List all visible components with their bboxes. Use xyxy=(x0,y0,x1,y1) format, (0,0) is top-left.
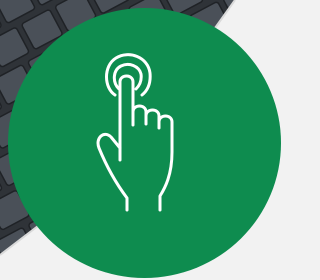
tap-gesture-icon xyxy=(96,53,174,212)
hand-outline xyxy=(96,74,174,212)
tap-icon-illustration xyxy=(0,0,287,280)
